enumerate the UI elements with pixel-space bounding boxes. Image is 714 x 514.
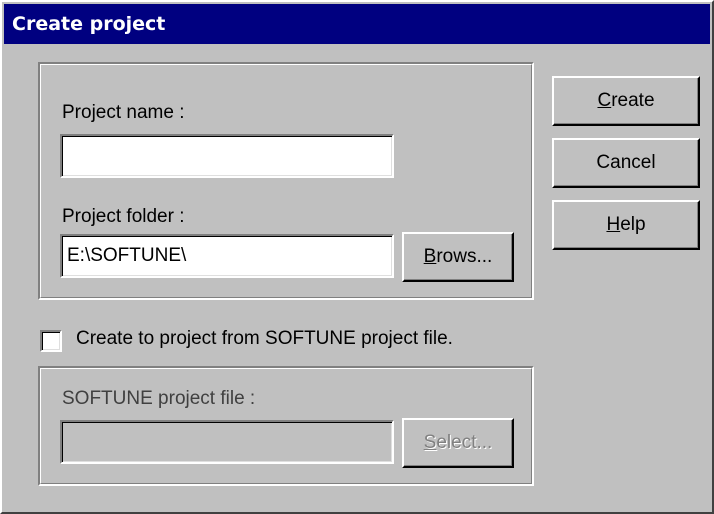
project-name-field[interactable] [67,140,387,172]
select-button-label: Select... [423,432,493,453]
create-button[interactable]: Create [552,76,700,126]
help-button-label: Help [606,214,646,235]
import-from-file-checkbox[interactable] [40,330,62,352]
browse-button-label: Brows... [423,246,493,267]
project-name-input[interactable] [60,134,394,178]
select-button[interactable]: Select... [402,418,514,468]
title-bar: Create project [4,4,710,44]
cancel-button-label: Cancel [596,152,656,173]
create-button-label: Create [597,90,655,111]
project-folder-label: Project folder : [62,206,185,227]
softune-file-input[interactable] [60,420,394,464]
help-button[interactable]: Help [552,200,700,250]
project-folder-input[interactable] [60,234,394,278]
create-project-dialog: Create project Project name : Project fo… [0,0,714,514]
import-from-file-label[interactable]: Create to project from SOFTUNE project f… [76,328,453,350]
cancel-button[interactable]: Cancel [552,138,700,188]
project-folder-field[interactable] [67,240,387,272]
dialog-title: Create project [12,13,166,35]
project-name-label: Project name : [62,102,185,123]
browse-button[interactable]: Brows... [402,232,514,282]
softune-file-label: SOFTUNE project file : [62,388,256,409]
